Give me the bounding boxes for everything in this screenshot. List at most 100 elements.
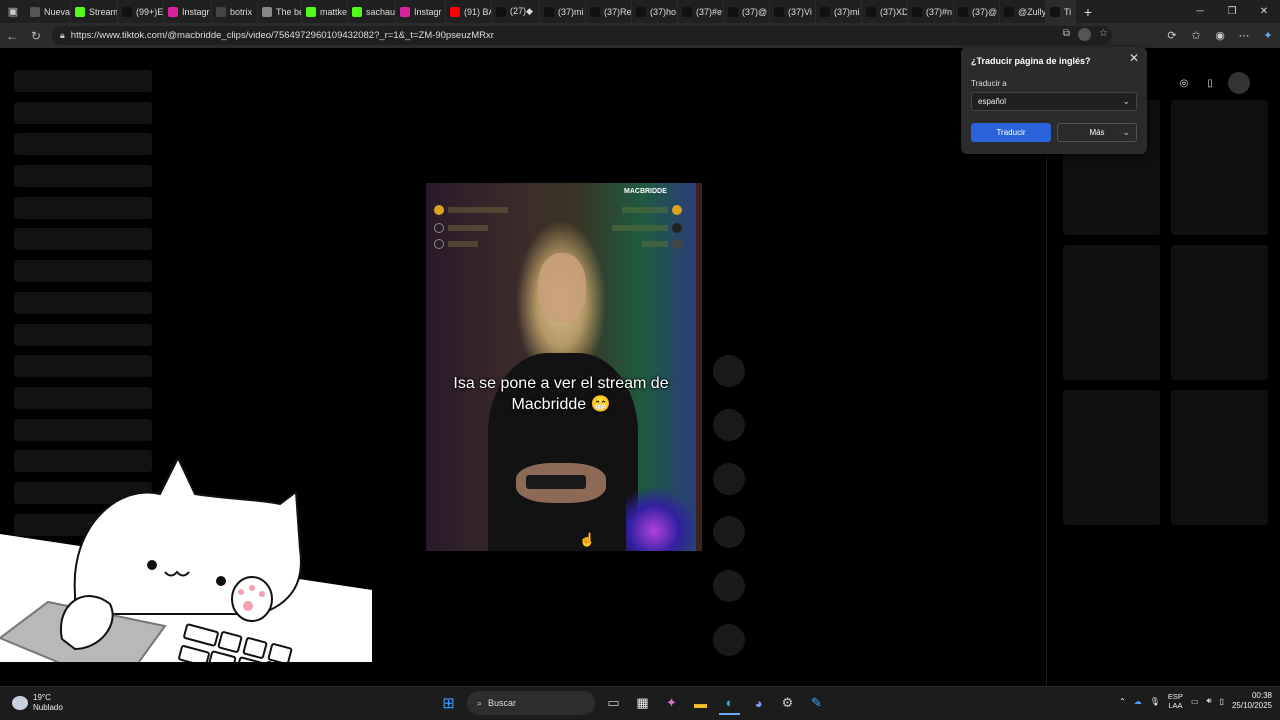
browser-tab[interactable]: mattke — [302, 0, 348, 23]
settings-icon[interactable]: ⚙ — [777, 691, 798, 715]
tab-label: @Zully — [1018, 6, 1046, 17]
address-bar-icons: ⧉ ☆ — [1063, 28, 1108, 41]
selected-language: español — [978, 97, 1007, 106]
coins-icon[interactable]: ◎ — [1176, 75, 1192, 91]
tab-label: botrix — [230, 6, 253, 17]
microphone-icon[interactable]: 🎙︎ — [1150, 697, 1160, 706]
browser-tab[interactable]: (37)#e — [678, 0, 724, 23]
more-button[interactable] — [713, 623, 745, 656]
tab-favicon-icon — [820, 6, 830, 17]
browser-tab[interactable]: (91) BA — [446, 0, 492, 23]
tab-label: (37)Vi — [788, 6, 812, 17]
start-icon[interactable]: ⊞ — [438, 691, 459, 715]
device-icon[interactable]: ▯ — [1202, 75, 1218, 91]
browser-tab[interactable]: (37)mi — [540, 0, 586, 23]
onedrive-icon[interactable]: ☁ — [1134, 697, 1142, 706]
search-placeholder: Buscar — [488, 698, 517, 708]
user-avatar[interactable] — [1228, 72, 1250, 94]
favorites-icon[interactable]: ✩ — [1184, 29, 1208, 42]
back-icon[interactable]: ← — [0, 23, 24, 48]
browser-tab[interactable]: (37)@ — [724, 0, 770, 23]
refresh-icon[interactable]: ↻ — [24, 23, 48, 48]
leaderboard-row — [642, 241, 668, 247]
sidebar-skeleton-item — [14, 70, 152, 92]
address-bar[interactable]: 🔒︎ https://www.tiktok.com/@macbridde_cli… — [52, 26, 1112, 45]
browser-tab[interactable]: (37)@ — [954, 0, 1000, 23]
extensions-icon[interactable]: ⟳ — [1160, 29, 1184, 42]
open-in-app-icon[interactable]: ⧉ — [1063, 28, 1070, 41]
clock[interactable]: 00:38 25/10/2025 — [1232, 691, 1272, 711]
browser-tab[interactable]: (37)Re — [586, 0, 632, 23]
more-options-button[interactable]: Más ⌄ — [1057, 123, 1137, 142]
browser-tab[interactable]: @Zully — [1000, 0, 1046, 23]
browser-tab[interactable]: Instagr — [164, 0, 212, 23]
browser-toolbar: ← ↻ 🔒︎ https://www.tiktok.com/@macbridde… — [0, 23, 1280, 48]
share-button[interactable] — [713, 570, 745, 603]
tab-favicon-icon — [636, 6, 646, 17]
favorite-star-icon[interactable]: ☆ — [1099, 28, 1108, 41]
video-player[interactable]: MACBRIDDE Isa se pone a ver el stream de… — [426, 183, 696, 551]
mouse-cursor-icon: ☝ — [579, 532, 596, 547]
edge-icon[interactable]: ◐ — [719, 691, 740, 715]
related-video-skeleton — [1171, 390, 1268, 525]
window-controls: ─ ❐ ✕ — [1184, 0, 1280, 23]
discord-icon[interactable]: ◕ — [748, 691, 769, 715]
browser-tab[interactable]: Nueva — [26, 0, 71, 23]
new-tab-button[interactable]: + — [1076, 4, 1100, 20]
browser-tab[interactable]: (27)◆ — [492, 0, 540, 23]
translate-icon[interactable] — [1078, 28, 1092, 41]
language-indicator[interactable]: ESP LAA — [1168, 692, 1183, 710]
restore-icon[interactable]: ❐ — [1216, 0, 1248, 23]
battery-icon[interactable]: ▯ — [1220, 697, 1224, 706]
browser-tab[interactable]: (37)XD — [862, 0, 908, 23]
tab-favicon-icon — [1004, 6, 1014, 17]
tab-label: (37)mi — [558, 6, 584, 17]
copilot-icon[interactable]: ✦ — [1256, 29, 1280, 42]
like-button[interactable] — [713, 408, 745, 441]
browser-tab[interactable]: (99+)E — [118, 0, 164, 23]
translate-button[interactable]: Traducir — [971, 123, 1051, 142]
browser-tab[interactable]: sachau — [348, 0, 396, 23]
sidebar-skeleton-item — [14, 260, 152, 283]
sidebar-skeleton-item — [14, 228, 152, 251]
tab-actions-icon[interactable]: ▣ — [0, 0, 26, 23]
task-view-icon[interactable]: ▭ — [603, 691, 624, 715]
save-button[interactable] — [713, 516, 745, 549]
weather-widget[interactable]: 19°C Nublado — [12, 693, 63, 713]
chevron-up-icon[interactable]: ⌃ — [1119, 697, 1126, 706]
leaderboard-icon — [672, 205, 682, 215]
menu-icon[interactable]: ⋯ — [1232, 29, 1256, 42]
language-select[interactable]: español ⌄ — [971, 92, 1137, 111]
network-icon[interactable]: ▭ — [1191, 697, 1199, 706]
close-window-icon[interactable]: ✕ — [1248, 0, 1280, 23]
avatar-button[interactable] — [713, 355, 745, 387]
profile-icon[interactable]: ◉ — [1208, 29, 1232, 42]
volume-icon[interactable]: 🔊︎ — [1207, 696, 1212, 706]
video-person-face — [538, 253, 586, 323]
tab-label: (27)◆ — [510, 6, 533, 16]
editor-app-icon[interactable]: ✎ — [806, 691, 827, 715]
browser-tab[interactable]: The be — [258, 0, 302, 23]
sidebar-skeleton-item — [14, 386, 152, 409]
browser-tab[interactable]: Stream — [71, 0, 118, 23]
browser-tab[interactable]: (37)Vi — [770, 0, 816, 23]
close-icon[interactable]: ✕ — [1129, 51, 1139, 65]
minimize-icon[interactable]: ─ — [1184, 0, 1216, 23]
sidebar-skeleton-item — [14, 165, 152, 188]
site-info-icon[interactable]: 🔒︎ — [60, 30, 65, 41]
file-explorer-icon[interactable]: ▬ — [690, 691, 711, 715]
comment-button[interactable] — [713, 462, 745, 495]
browser-tab[interactable]: botrix — [212, 0, 258, 23]
browser-tab[interactable]: Ti✕ — [1046, 0, 1076, 23]
store-icon[interactable]: ▦ — [632, 691, 653, 715]
tab-label: (37)@ — [742, 6, 768, 17]
tab-favicon-icon — [30, 6, 40, 17]
browser-tab[interactable]: (37)ho — [632, 0, 678, 23]
browser-tab[interactable]: Instagr — [396, 0, 446, 23]
copilot-app-icon[interactable]: ✦ — [661, 691, 682, 715]
taskbar-search[interactable]: ⌕ Buscar — [467, 691, 595, 715]
video-glow — [626, 483, 696, 551]
browser-tab[interactable]: (37)mi — [816, 0, 862, 23]
browser-tab[interactable]: (37)#n — [908, 0, 954, 23]
leaderboard-icon — [434, 223, 444, 233]
